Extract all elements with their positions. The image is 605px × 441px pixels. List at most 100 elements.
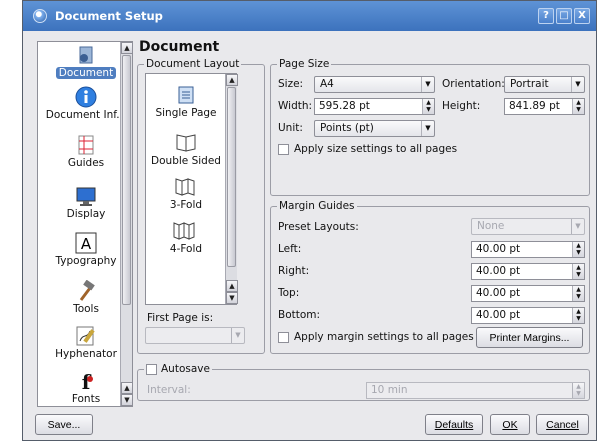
autosave-title: Autosave [144,363,212,375]
scroll-down-button[interactable]: ▼ [121,394,132,406]
sidebar-item-fonts[interactable]: f Fonts [38,370,132,405]
apply-margins-label: Apply margin settings to all pages [294,331,474,343]
spin-arrows-icon[interactable]: ▲ ▼ [572,308,584,323]
scroll-thumb[interactable] [227,87,236,267]
settings-category-list[interactable]: Document Document Inf... Guides Display … [37,41,133,407]
right-margin-field[interactable]: 40.00 pt ▲ ▼ [471,263,585,280]
group-title: Page Size [277,58,332,70]
apply-size-checkbox[interactable] [278,144,289,155]
first-page-label: First Page is: [147,312,214,324]
sidebar-item-document-info[interactable]: Document Inf... [38,86,132,121]
svg-text:A: A [81,235,92,253]
cancel-button[interactable]: Cancel [536,414,589,435]
app-icon [33,9,47,23]
width-label: Width: [278,100,313,112]
first-page-select[interactable]: ▼ [145,327,245,344]
three-fold-icon [146,178,226,196]
guides-icon [75,134,97,156]
sidebar-item-hyphenator[interactable]: Hyphenator [38,325,132,360]
interval-field[interactable]: 10 min ▲ ▼ [366,382,585,399]
layout-label: 3-Fold [169,199,203,211]
sidebar-item-guides[interactable]: Guides [38,134,132,169]
title-bar[interactable]: Document Setup ? □ X [23,1,596,31]
window-title: Document Setup [55,9,163,23]
scroll-down-button[interactable]: ▼ [226,292,238,304]
chevron-down-icon: ▼ [421,77,434,92]
scroll-up-button[interactable]: ▲ [121,382,132,394]
chevron-down-icon: ▼ [571,77,584,92]
orientation-select[interactable]: Portrait ▼ [504,76,585,93]
double-sided-icon [146,134,226,152]
sidebar-item-label: Fonts [71,393,101,405]
spin-arrows-icon[interactable]: ▲ ▼ [572,242,584,257]
unit-select[interactable]: Points (pt) ▼ [314,120,435,137]
width-field[interactable]: 595.28 pt ▲ ▼ [314,98,435,115]
chevron-down-icon: ▼ [231,328,244,343]
size-label: Size: [278,78,304,90]
sidebar-item-label: Guides [67,157,105,169]
layout-double-sided[interactable]: Double Sided [146,134,226,167]
printer-margins-button[interactable]: Printer Margins... [476,327,583,348]
scroll-up-button[interactable]: ▲ [226,280,238,292]
autosave-checkbox[interactable] [146,363,157,375]
right-margin-label: Right: [278,265,310,277]
layout-3-fold[interactable]: 3-Fold [146,178,226,211]
typography-icon: A [75,232,97,254]
info-icon [75,86,97,108]
orientation-label: Orientation: [442,78,505,90]
bottom-margin-field[interactable]: 40.00 pt ▲ ▼ [471,307,585,324]
apply-margins-checkbox[interactable] [278,332,289,343]
save-button[interactable]: Save... [35,414,93,435]
bottom-margin-label: Bottom: [278,309,321,321]
display-icon [75,185,97,207]
layout-single-page[interactable]: Single Page [146,86,226,119]
scroll-up-button[interactable]: ▲ [226,74,238,86]
layout-list[interactable]: Single Page Double Sided 3-Fold 4-Fold ▲… [145,73,238,305]
size-select[interactable]: A4 ▼ [314,76,435,93]
interval-label: Interval: [147,384,191,396]
chevron-down-icon: ▼ [571,219,584,234]
document-icon [75,44,97,66]
hammer-icon [75,279,97,302]
sidebar-item-label: Display [66,208,106,220]
apply-size-label: Apply size settings to all pages [294,143,458,155]
help-button[interactable]: ? [538,8,554,24]
group-title: Margin Guides [277,200,357,212]
height-field[interactable]: 841.89 pt ▲ ▼ [504,98,585,115]
defaults-button[interactable]: Defaults [425,414,483,435]
layout-label: 4-Fold [169,243,203,255]
sidebar-item-label: Document [55,67,117,79]
sidebar-item-typography[interactable]: A Typography [38,232,132,267]
height-label: Height: [442,100,481,112]
sidebar-item-label: Typography [55,255,117,267]
sidebar-item-label: Hyphenator [55,348,117,360]
layout-label: Double Sided [151,155,221,167]
sidebar-scrollbar[interactable]: ▲ ▲ ▼ [120,42,132,406]
spin-arrows-icon[interactable]: ▲ ▼ [572,99,584,114]
ok-button[interactable]: OK [490,414,530,435]
layout-4-fold[interactable]: 4-Fold [146,222,226,255]
spin-arrows-icon[interactable]: ▲ ▼ [572,286,584,301]
preset-layouts-select[interactable]: None ▼ [471,218,585,235]
sidebar-item-label: Tools [73,303,99,315]
left-margin-field[interactable]: 40.00 pt ▲ ▼ [471,241,585,258]
group-title: Document Layout [144,58,242,70]
spin-arrows-icon[interactable]: ▲ ▼ [572,383,584,398]
maximize-button[interactable]: □ [556,8,572,24]
sidebar-item-display[interactable]: Display [38,185,132,220]
left-margin-label: Left: [278,243,302,255]
page-title: Document [139,39,220,55]
close-button[interactable]: X [574,8,590,24]
preset-layouts-label: Preset Layouts: [278,221,359,233]
layout-label: Single Page [155,107,217,119]
chevron-down-icon: ▼ [421,121,434,136]
layout-scrollbar[interactable]: ▲ ▲ ▼ [225,74,238,304]
spin-arrows-icon[interactable]: ▲ ▼ [422,99,434,114]
four-fold-icon [146,222,226,240]
sidebar-item-document[interactable]: Document [38,44,132,79]
scroll-up-button[interactable]: ▲ [121,42,132,54]
top-margin-field[interactable]: 40.00 pt ▲ ▼ [471,285,585,302]
spin-arrows-icon[interactable]: ▲ ▼ [572,264,584,279]
sidebar-item-tools[interactable]: Tools [38,279,132,315]
scroll-thumb[interactable] [122,55,131,305]
